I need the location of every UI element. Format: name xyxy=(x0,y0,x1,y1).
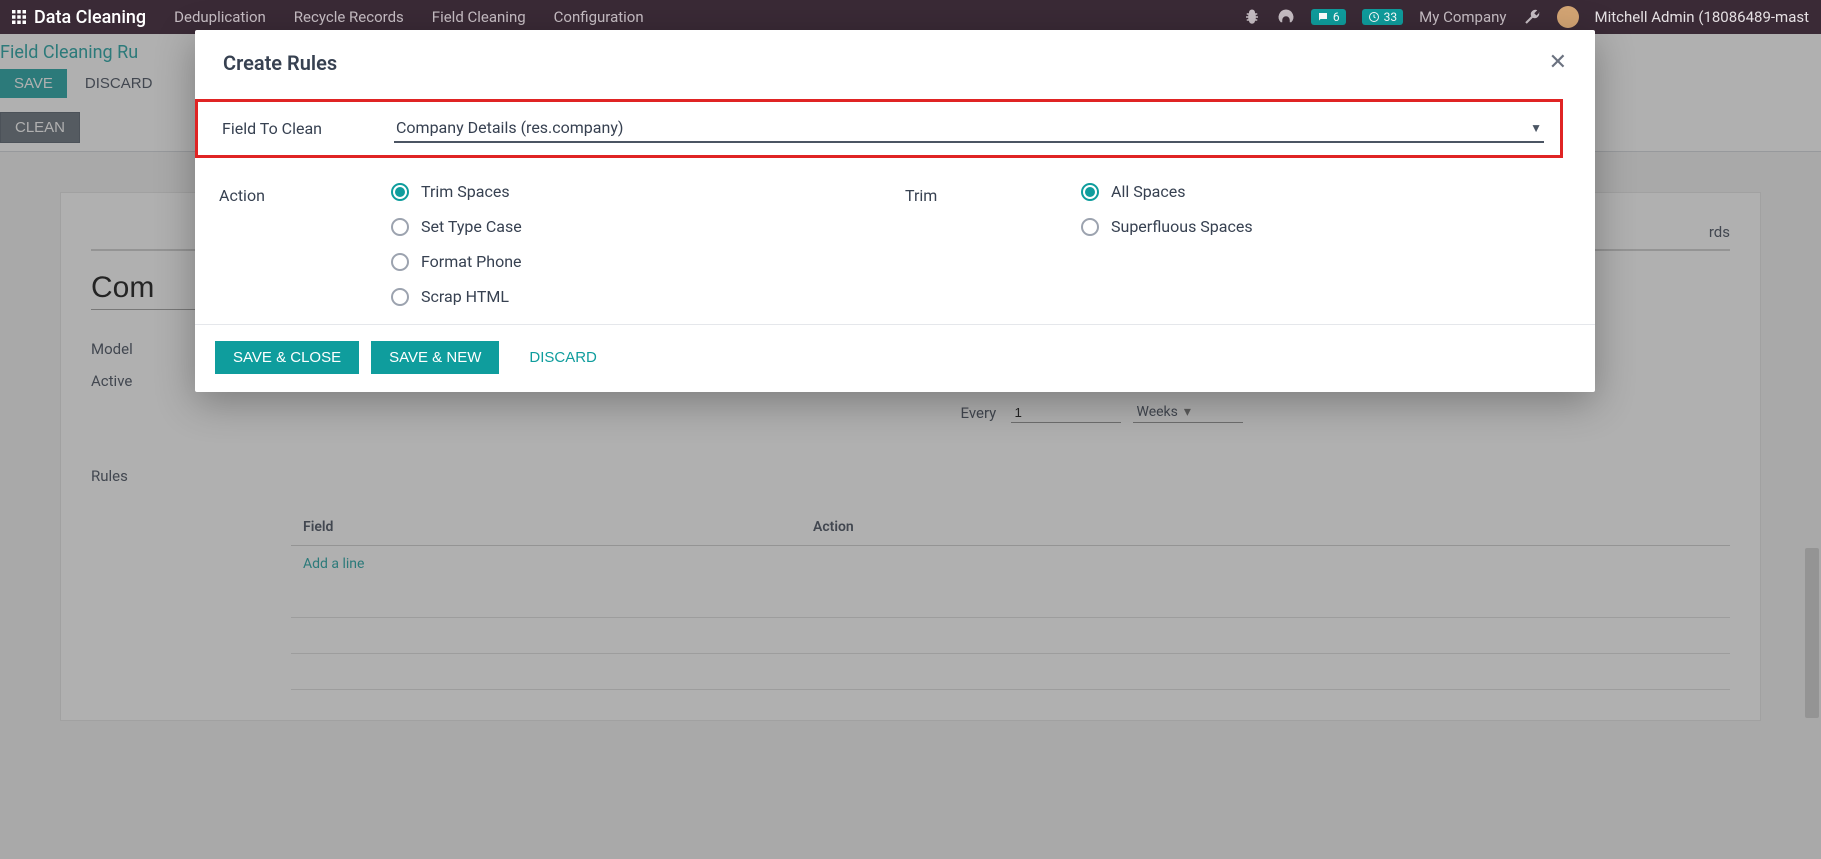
nav-configuration[interactable]: Configuration xyxy=(554,8,644,26)
trim-radio-group: All Spaces Superfluous Spaces xyxy=(1081,182,1253,306)
radio-label: Trim Spaces xyxy=(421,182,510,201)
radio-superfluous-spaces[interactable]: Superfluous Spaces xyxy=(1081,217,1253,236)
radio-icon xyxy=(391,183,409,201)
wrench-icon[interactable] xyxy=(1523,8,1541,26)
top-nav: Data Cleaning Deduplication Recycle Reco… xyxy=(0,0,1821,34)
support-icon[interactable] xyxy=(1277,8,1295,26)
radio-label: All Spaces xyxy=(1111,182,1186,201)
modal-discard-button[interactable]: DISCARD xyxy=(511,341,615,374)
save-and-close-button[interactable]: SAVE & CLOSE xyxy=(215,341,359,374)
apps-icon[interactable] xyxy=(12,10,26,24)
field-to-clean-value: Company Details (res.company) xyxy=(396,118,623,137)
bug-icon[interactable] xyxy=(1243,8,1261,26)
clock-icon xyxy=(1368,11,1380,23)
nav-deduplication[interactable]: Deduplication xyxy=(174,8,266,26)
activities-badge[interactable]: 33 xyxy=(1362,9,1404,25)
nav-recycle[interactable]: Recycle Records xyxy=(294,8,404,26)
messages-badge[interactable]: 6 xyxy=(1311,9,1346,25)
label-action: Action xyxy=(195,182,391,306)
user-menu[interactable]: Mitchell Admin (18086489-mast xyxy=(1595,8,1809,26)
radio-set-type-case[interactable]: Set Type Case xyxy=(391,217,522,236)
field-to-clean-select[interactable]: Company Details (res.company) ▼ xyxy=(394,114,1544,143)
radio-icon xyxy=(391,253,409,271)
radio-format-phone[interactable]: Format Phone xyxy=(391,252,522,271)
messages-count: 6 xyxy=(1333,10,1340,24)
chevron-down-icon: ▼ xyxy=(1530,121,1542,135)
save-and-new-button[interactable]: SAVE & NEW xyxy=(371,341,499,374)
radio-trim-spaces[interactable]: Trim Spaces xyxy=(391,182,522,201)
radio-icon xyxy=(391,288,409,306)
radio-label: Superfluous Spaces xyxy=(1111,217,1253,236)
radio-icon xyxy=(1081,183,1099,201)
modal-title: Create Rules xyxy=(223,51,337,75)
field-to-clean-row: Field To Clean Company Details (res.comp… xyxy=(195,99,1563,158)
radio-label: Scrap HTML xyxy=(421,287,509,306)
chat-icon xyxy=(1317,11,1329,23)
label-trim: Trim xyxy=(881,182,1081,306)
radio-all-spaces[interactable]: All Spaces xyxy=(1081,182,1253,201)
radio-icon xyxy=(391,218,409,236)
radio-scrap-html[interactable]: Scrap HTML xyxy=(391,287,522,306)
label-field-to-clean: Field To Clean xyxy=(198,119,394,138)
action-radio-group: Trim Spaces Set Type Case Format Phone S… xyxy=(391,182,522,306)
radio-label: Set Type Case xyxy=(421,217,522,236)
company-selector[interactable]: My Company xyxy=(1419,8,1506,26)
app-title[interactable]: Data Cleaning xyxy=(34,7,146,28)
radio-label: Format Phone xyxy=(421,252,522,271)
close-icon[interactable]: ✕ xyxy=(1549,50,1567,75)
nav-field-cleaning[interactable]: Field Cleaning xyxy=(432,8,526,26)
create-rules-modal: Create Rules ✕ Field To Clean Company De… xyxy=(195,30,1595,392)
avatar[interactable] xyxy=(1557,6,1579,28)
activities-count: 33 xyxy=(1384,10,1398,24)
radio-icon xyxy=(1081,218,1099,236)
